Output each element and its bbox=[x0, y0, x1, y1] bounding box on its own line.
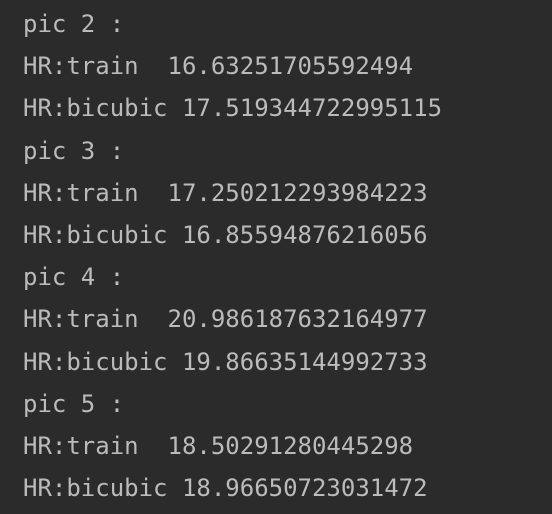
console-line-bicubic-5: HR:bicubic 18.96650723031472 bbox=[23, 474, 428, 503]
console-line-train-4: HR:train 20.986187632164977 bbox=[23, 305, 428, 334]
console-line-pic-2: pic 2 : bbox=[23, 10, 125, 38]
console-line-pic-3: pic 3 : bbox=[23, 136, 125, 165]
console-line-pic-5: pic 5 : bbox=[23, 389, 125, 418]
console-line-train-3: HR:train 17.250212293984223 bbox=[23, 178, 428, 207]
console-line-bicubic-2: HR:bicubic 17.519344722995115 bbox=[23, 94, 443, 123]
console-output[interactable]: pic 2 : HR:train 16.63251705592494 HR:bi… bbox=[0, 0, 552, 514]
console-line-pic-4: pic 4 : bbox=[23, 263, 125, 292]
console-line-train-5: HR:train 18.50291280445298 bbox=[23, 431, 414, 460]
console-line-train-2: HR:train 16.63251705592494 bbox=[23, 52, 414, 81]
console-line-bicubic-4: HR:bicubic 19.86635144992733 bbox=[23, 347, 428, 376]
console-line-bicubic-3: HR:bicubic 16.85594876216056 bbox=[23, 220, 428, 249]
